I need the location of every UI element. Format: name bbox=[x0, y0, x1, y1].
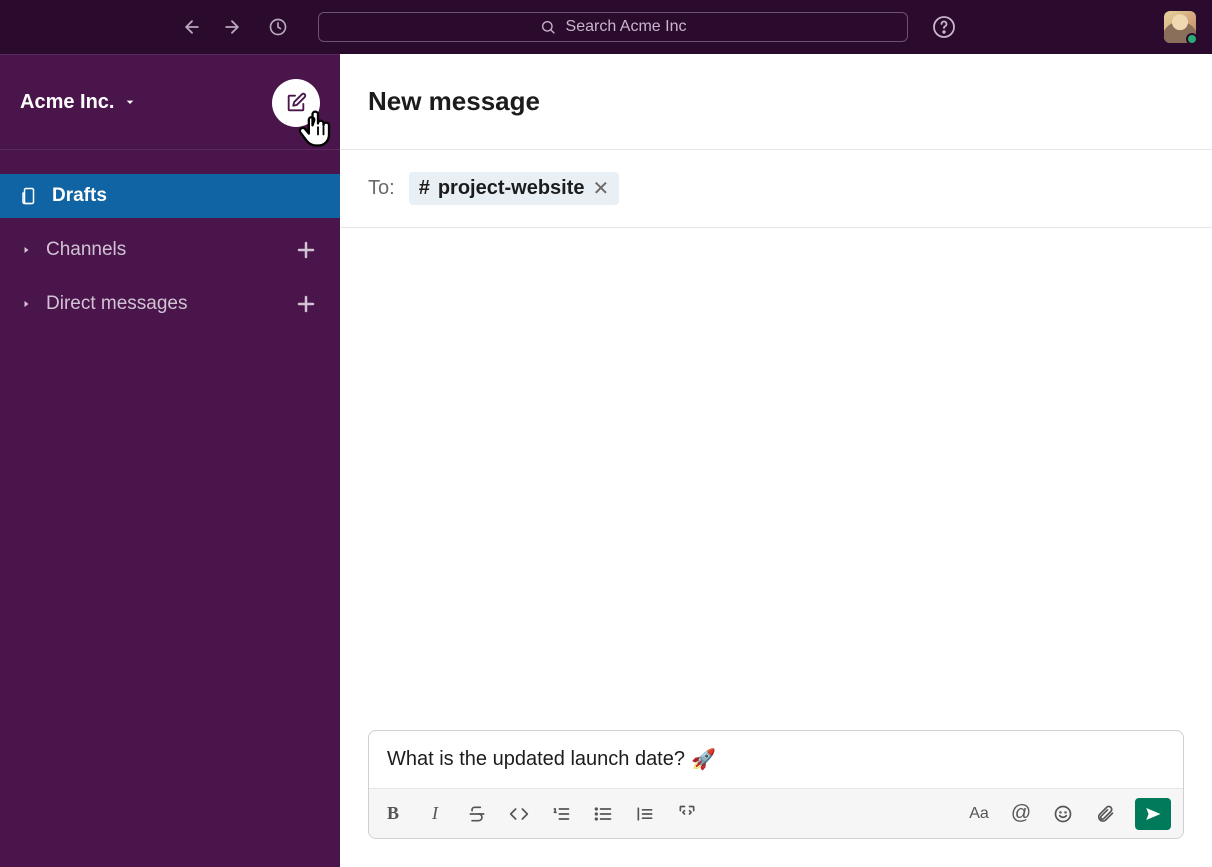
attach-button[interactable] bbox=[1093, 802, 1117, 826]
message-text: What is the updated launch date? bbox=[387, 748, 685, 771]
ordered-list-icon bbox=[551, 804, 571, 824]
strikethrough-icon bbox=[467, 804, 487, 824]
hash-icon: # bbox=[419, 177, 430, 200]
search-placeholder: Search Acme Inc bbox=[566, 18, 687, 36]
plus-icon[interactable] bbox=[294, 238, 318, 262]
toolbar-right: Aa @ bbox=[967, 798, 1171, 830]
recipient-row: To: # project-website ✕ bbox=[340, 150, 1212, 228]
workspace-header: Acme Inc. bbox=[0, 55, 340, 150]
workspace-name: Acme Inc. bbox=[20, 91, 114, 114]
blockquote-icon bbox=[635, 804, 655, 824]
bold-icon: B bbox=[387, 803, 399, 824]
emoji-icon bbox=[1053, 804, 1073, 824]
content-header: New message bbox=[340, 54, 1212, 150]
composer-area: What is the updated launch date? 🚀 B I bbox=[340, 730, 1212, 867]
arrow-right-icon bbox=[222, 17, 242, 37]
caret-right-icon bbox=[20, 298, 32, 310]
sidebar-item-label: Drafts bbox=[52, 185, 107, 207]
mention-button[interactable]: @ bbox=[1009, 802, 1033, 826]
help-button[interactable] bbox=[932, 15, 956, 39]
send-icon bbox=[1144, 805, 1162, 823]
composer: What is the updated launch date? 🚀 B I bbox=[368, 730, 1184, 839]
remove-chip-icon[interactable]: ✕ bbox=[593, 176, 610, 201]
bold-button[interactable]: B bbox=[381, 802, 405, 826]
ordered-list-button[interactable] bbox=[549, 802, 573, 826]
blockquote-button[interactable] bbox=[633, 802, 657, 826]
bullet-list-icon bbox=[593, 804, 613, 824]
help-icon bbox=[932, 15, 956, 39]
content: New message To: # project-website ✕ What… bbox=[340, 54, 1212, 867]
sidebar-item-drafts[interactable]: Drafts bbox=[0, 174, 340, 218]
recipient-chip[interactable]: # project-website ✕ bbox=[409, 172, 620, 205]
workspace-switcher[interactable]: Acme Inc. bbox=[20, 91, 138, 114]
to-label: To: bbox=[368, 177, 395, 200]
recipient-name: project-website bbox=[438, 177, 585, 200]
composer-toolbar: B I bbox=[369, 788, 1183, 838]
strikethrough-button[interactable] bbox=[465, 802, 489, 826]
chevron-down-icon bbox=[122, 94, 138, 110]
forward-button[interactable] bbox=[216, 11, 248, 43]
sidebar-section-label: Channels bbox=[46, 239, 126, 261]
bullet-list-button[interactable] bbox=[591, 802, 615, 826]
code-icon bbox=[509, 804, 529, 824]
formatting-toggle-button[interactable]: Aa bbox=[967, 802, 991, 826]
user-menu[interactable] bbox=[1164, 11, 1196, 43]
italic-button[interactable]: I bbox=[423, 802, 447, 826]
caret-right-icon bbox=[20, 244, 32, 256]
history-button[interactable] bbox=[262, 11, 294, 43]
back-button[interactable] bbox=[176, 11, 208, 43]
arrow-left-icon bbox=[182, 17, 202, 37]
emoji-button[interactable] bbox=[1051, 802, 1075, 826]
at-icon: @ bbox=[1011, 802, 1031, 825]
paperclip-icon bbox=[1095, 804, 1115, 824]
formatting-icon: Aa bbox=[969, 805, 989, 823]
nav-arrows bbox=[176, 11, 294, 43]
message-history bbox=[340, 228, 1212, 730]
search-icon bbox=[540, 19, 556, 35]
italic-icon: I bbox=[432, 803, 438, 824]
sidebar-section-channels[interactable]: Channels bbox=[0, 228, 340, 272]
main: Acme Inc. Drafts Channels Direct message… bbox=[0, 54, 1212, 867]
sidebar-section-label: Direct messages bbox=[46, 293, 188, 315]
compose-icon bbox=[285, 92, 307, 114]
compose-button[interactable] bbox=[272, 79, 320, 127]
sidebar-section-dms[interactable]: Direct messages bbox=[0, 282, 340, 326]
message-input[interactable]: What is the updated launch date? 🚀 bbox=[369, 731, 1183, 788]
presence-indicator bbox=[1186, 33, 1198, 45]
page-title: New message bbox=[368, 86, 540, 117]
code-block-icon bbox=[677, 804, 697, 824]
code-button[interactable] bbox=[507, 802, 531, 826]
topbar: Search Acme Inc bbox=[0, 0, 1212, 54]
sidebar: Acme Inc. Drafts Channels Direct message… bbox=[0, 54, 340, 867]
send-button[interactable] bbox=[1135, 798, 1171, 830]
clock-icon bbox=[268, 17, 288, 37]
code-block-button[interactable] bbox=[675, 802, 699, 826]
search-input[interactable]: Search Acme Inc bbox=[318, 12, 908, 42]
drafts-icon bbox=[20, 187, 38, 205]
rocket-emoji: 🚀 bbox=[691, 747, 716, 772]
plus-icon[interactable] bbox=[294, 292, 318, 316]
